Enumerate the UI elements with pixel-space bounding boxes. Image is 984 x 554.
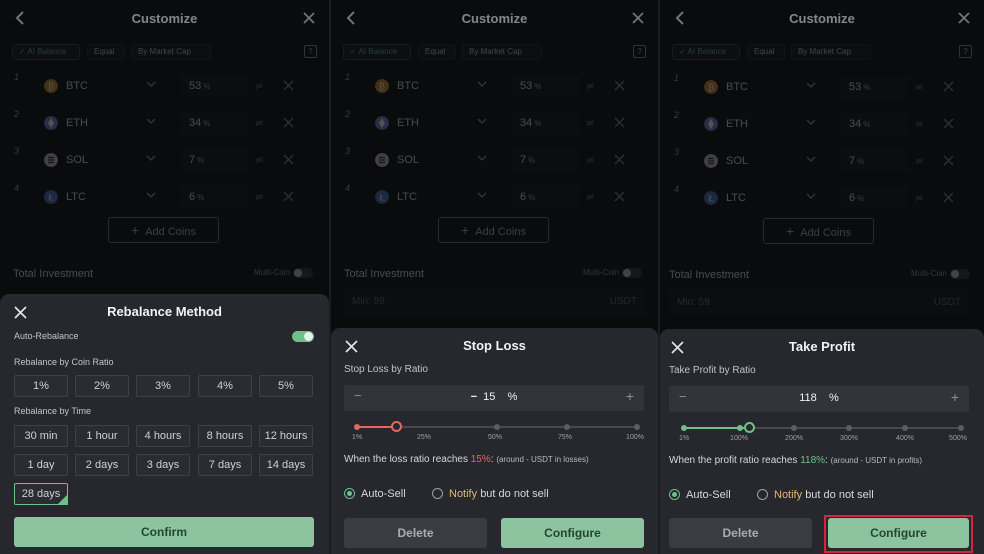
radio-icon xyxy=(432,488,443,499)
stop-loss-slider[interactable]: 1% 25% 50% 75% 100% xyxy=(352,420,644,441)
time-option[interactable]: 3 days xyxy=(136,454,190,476)
take-profit-unit: % xyxy=(829,392,839,404)
desc-text: When the loss ratio reaches xyxy=(344,454,471,465)
slider-tick-label: 400% xyxy=(896,435,914,442)
slider-tick-label: 75% xyxy=(557,434,573,441)
ratio-option[interactable]: 1% xyxy=(14,375,68,397)
auto-rebalance-toggle[interactable] xyxy=(292,331,314,342)
notify-label: Notify xyxy=(449,488,478,500)
slider-dot xyxy=(681,425,687,431)
stop-loss-description: When the loss ratio reaches 15%: (around… xyxy=(344,454,644,466)
take-profit-value: 118 xyxy=(799,392,817,404)
desc-note: (around - USDT in profits) xyxy=(830,456,923,465)
radio-icon xyxy=(757,489,768,500)
slider-tick-label: 25% xyxy=(416,434,432,441)
auto-sell-label: Auto-Sell xyxy=(686,489,731,501)
slider-tick-label: 1% xyxy=(678,435,690,442)
stepper-value[interactable]: 118 % xyxy=(669,392,969,404)
slider-dot xyxy=(564,424,570,430)
sheet-title: Stop Loss xyxy=(463,338,526,353)
slider-dot xyxy=(791,425,797,431)
configure-button[interactable]: Configure xyxy=(501,518,644,548)
ratio-label: Stop Loss by Ratio xyxy=(344,364,428,375)
stepper-value[interactable]: − 15 % xyxy=(344,391,644,403)
time-option[interactable]: 1 hour xyxy=(75,425,129,447)
time-option-selected[interactable]: 28 days xyxy=(14,483,68,505)
time-option[interactable]: 14 days xyxy=(259,454,313,476)
increment-button[interactable]: + xyxy=(626,388,634,404)
radio-selected-icon xyxy=(344,488,355,499)
slider-dot xyxy=(958,425,964,431)
notify-rest-label: but do not sell xyxy=(480,488,549,500)
take-profit-sheet: Take Profit Take Profit by Ratio − 118 %… xyxy=(660,329,984,554)
time-option[interactable]: 12 hours xyxy=(259,425,313,447)
auto-rebalance-label: Auto-Rebalance xyxy=(14,331,79,341)
ratio-option[interactable]: 2% xyxy=(75,375,129,397)
slider-dot xyxy=(902,425,908,431)
auto-sell-radio[interactable]: Auto-Sell xyxy=(669,489,731,501)
slider-tick-label: 100% xyxy=(626,434,644,441)
customize-panel-rebalance: Customize ✓ AI Balance Equal By Market C… xyxy=(0,0,329,554)
desc-colon: : xyxy=(490,454,494,465)
sheet-title: Rebalance Method xyxy=(107,304,222,319)
stop-loss-unit: % xyxy=(507,391,518,403)
desc-value: 15% xyxy=(470,454,491,465)
slider-tick-label: 50% xyxy=(487,434,503,441)
slider-tick-label: 1% xyxy=(351,434,363,441)
sheet-title: Take Profit xyxy=(788,339,856,354)
time-option[interactable]: 2 days xyxy=(75,454,129,476)
ratio-option[interactable]: 5% xyxy=(259,375,313,397)
notify-rest-label: but do not sell xyxy=(805,489,874,501)
desc-colon: : xyxy=(825,455,828,466)
check-corner-icon xyxy=(57,494,68,505)
notify-label: Notify xyxy=(774,489,803,501)
slider-tick-label: 200% xyxy=(785,435,803,442)
delete-button[interactable]: Delete xyxy=(344,518,487,548)
stop-loss-sheet: Stop Loss Stop Loss by Ratio − − 15 % + … xyxy=(331,328,658,554)
auto-sell-radio[interactable]: Auto-Sell xyxy=(344,488,406,500)
take-profit-slider[interactable]: 1% 100% 200% 300% 400% 500% xyxy=(679,421,967,442)
minus-sign: − xyxy=(470,391,478,403)
slider-tick-label: 300% xyxy=(840,435,858,442)
desc-note: (around - USDT in losses) xyxy=(496,455,589,464)
take-profit-stepper[interactable]: − 118 % + xyxy=(669,386,969,412)
customize-panel-take-profit: Customize ✓ AI Balance Equal By Market C… xyxy=(660,0,984,554)
stop-loss-value: 15 xyxy=(483,391,496,403)
time-option[interactable]: 30 min xyxy=(14,425,68,447)
slider-knob[interactable] xyxy=(391,421,402,432)
time-option[interactable]: 4 hours xyxy=(136,425,190,447)
rebalance-sheet: Rebalance Method Auto-Rebalance Rebalanc… xyxy=(0,294,329,554)
increment-button[interactable]: + xyxy=(951,389,959,405)
slider-dot xyxy=(634,424,640,430)
notify-radio[interactable]: Notify but do not sell xyxy=(757,489,874,501)
time-option[interactable]: 8 hours xyxy=(198,425,252,447)
radio-selected-icon xyxy=(669,489,680,500)
coin-ratio-label: Rebalance by Coin Ratio xyxy=(14,357,114,367)
slider-dot xyxy=(494,424,500,430)
stop-loss-stepper[interactable]: − − 15 % + xyxy=(344,385,644,411)
customize-panel-stop-loss: Customize ✓ AI Balance Equal By Market C… xyxy=(331,0,658,554)
delete-button[interactable]: Delete xyxy=(669,518,812,548)
time-option[interactable]: 1 day xyxy=(14,454,68,476)
slider-dot xyxy=(737,425,743,431)
slider-tick-label: 100% xyxy=(730,435,748,442)
slider-tick-label: 500% xyxy=(949,435,967,442)
notify-radio[interactable]: Notify but do not sell xyxy=(432,488,549,500)
desc-value: 118% xyxy=(800,455,826,466)
slider-dot xyxy=(354,424,360,430)
time-label: Rebalance by Time xyxy=(14,406,92,416)
highlight-box xyxy=(824,515,973,553)
slider-knob[interactable] xyxy=(744,422,755,433)
slider-dot xyxy=(846,425,852,431)
time-option[interactable]: 7 days xyxy=(198,454,252,476)
desc-text: When the profit ratio reaches xyxy=(669,455,801,466)
ratio-option[interactable]: 3% xyxy=(136,375,190,397)
take-profit-description: When the profit ratio reaches 118%: (aro… xyxy=(669,455,974,467)
confirm-button[interactable]: Confirm xyxy=(14,517,314,547)
ratio-option[interactable]: 4% xyxy=(198,375,252,397)
time-option-label: 28 days xyxy=(21,488,61,500)
auto-sell-label: Auto-Sell xyxy=(361,488,406,500)
ratio-label: Take Profit by Ratio xyxy=(669,365,756,376)
